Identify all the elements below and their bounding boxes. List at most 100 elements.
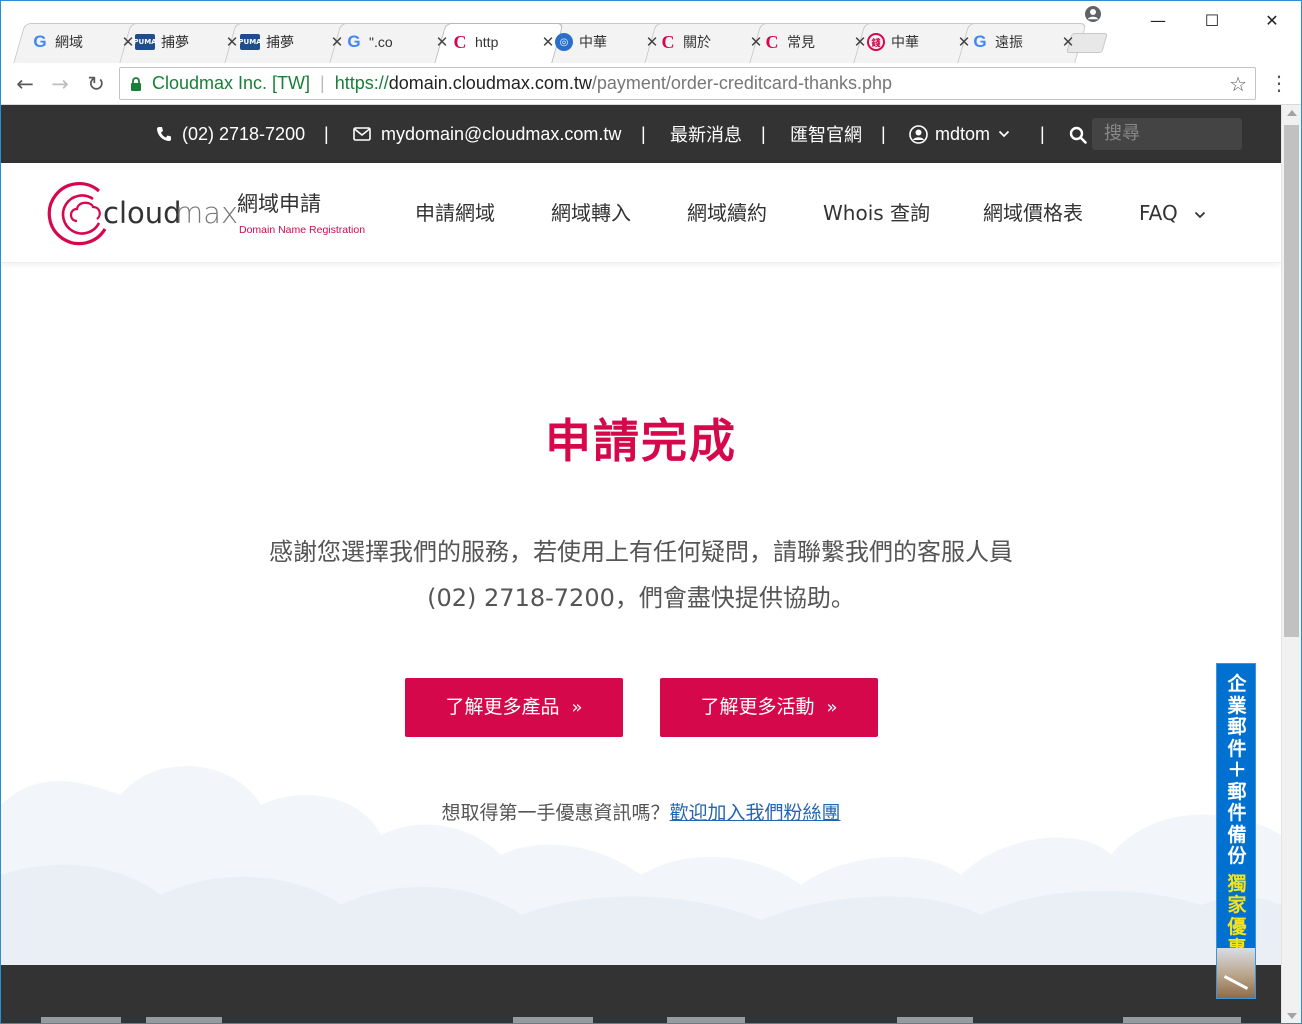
url-scheme: https:// bbox=[334, 73, 389, 93]
cloud-background-illustration bbox=[1, 766, 1281, 965]
bookmark-star-icon[interactable]: ☆ bbox=[1229, 72, 1247, 97]
page-viewport: (02) 2718-7200 | mydomain@cloudmax.com.t… bbox=[1, 105, 1281, 1023]
back-arrow-icon[interactable]: ← bbox=[12, 71, 38, 97]
logo-text-cloud: cloud bbox=[103, 196, 182, 230]
nav-faq[interactable]: FAQ bbox=[1139, 163, 1206, 263]
user-circle-icon bbox=[909, 124, 928, 144]
footer-heading bbox=[146, 1017, 222, 1023]
tab-title: 遠振 bbox=[995, 34, 1023, 50]
tab-title: http bbox=[475, 34, 499, 50]
nav-whois[interactable]: Whois 查詢 bbox=[823, 163, 930, 263]
top-contact-bar: (02) 2718-7200 | mydomain@cloudmax.com.t… bbox=[1, 105, 1281, 163]
email-contact[interactable]: mydomain@cloudmax.com.tw bbox=[353, 105, 621, 163]
tab-close-icon[interactable]: ✕ bbox=[749, 33, 763, 51]
cloudmax-c-icon: C bbox=[765, 31, 779, 52]
more-events-label: 了解更多活動 bbox=[700, 696, 815, 718]
phone-number: (02) 2718-7200 bbox=[182, 123, 306, 144]
tab-close-icon[interactable]: ✕ bbox=[435, 33, 449, 51]
topbar-separator: | bbox=[324, 124, 329, 144]
email-address: mydomain@cloudmax.com.tw bbox=[381, 123, 622, 144]
double-chevron-right-icon: » bbox=[826, 697, 838, 718]
lock-icon bbox=[131, 76, 141, 91]
seal-icon: 錢 bbox=[867, 33, 885, 51]
official-site-link[interactable]: 匯智官網 bbox=[790, 105, 862, 163]
minimize-icon[interactable]: — bbox=[1135, 7, 1181, 35]
page-title: 申請完成 bbox=[545, 414, 737, 468]
puma-icon: PUMA bbox=[133, 34, 157, 50]
message-line-2: (02) 2718-7200，們會盡快提供協助。 bbox=[427, 584, 855, 612]
footer-heading bbox=[667, 1017, 745, 1023]
tab-title: 中華 bbox=[891, 34, 919, 50]
more-events-button[interactable]: 了解更多活動 » bbox=[660, 678, 878, 737]
google-g-icon: G bbox=[347, 32, 361, 51]
tab-close-icon[interactable]: ✕ bbox=[225, 33, 239, 51]
promo-text-white: 企業郵件＋郵件備份 bbox=[1227, 673, 1247, 867]
promo-text-gold: 獨家優惠 bbox=[1227, 872, 1247, 959]
scroll-down-arrow-icon[interactable] bbox=[1287, 1013, 1297, 1019]
nav-price-list[interactable]: 網域價格表 bbox=[983, 163, 1083, 263]
close-window-icon[interactable]: ✕ bbox=[1249, 7, 1295, 35]
footer-heading bbox=[513, 1017, 593, 1023]
site-footer bbox=[1, 965, 1281, 1023]
fanpage-question: 想取得第一手優惠資訊嗎？ bbox=[441, 802, 670, 824]
user-menu[interactable]: mdtom bbox=[909, 105, 1010, 163]
topbar-separator: | bbox=[1040, 124, 1045, 144]
google-g-icon: G bbox=[973, 32, 987, 51]
news-link[interactable]: 最新消息 bbox=[670, 105, 742, 163]
topbar-separator: | bbox=[761, 124, 766, 144]
topbar-separator: | bbox=[641, 124, 646, 144]
phone-icon bbox=[157, 127, 171, 141]
cloudmax-c-icon: C bbox=[453, 31, 467, 52]
tab-close-icon[interactable]: ✕ bbox=[541, 33, 555, 51]
envelope-icon bbox=[353, 127, 371, 141]
secure-site-label: Cloudmax Inc. [TW] bbox=[152, 73, 311, 93]
thank-you-message: 感謝您選擇我們的服務，若使用上有任何疑問，請聯繫我們的客服人員 (02) 271… bbox=[1, 529, 1281, 621]
url-host: domain.cloudmax.com.tw bbox=[388, 73, 592, 93]
forward-arrow-icon[interactable]: → bbox=[47, 71, 73, 97]
tab-close-icon[interactable]: ✕ bbox=[330, 33, 344, 51]
promo-banner-text: 企業郵件＋郵件備份 獨家優惠 bbox=[1217, 673, 1255, 960]
browser-menu-icon[interactable]: ⋮ bbox=[1269, 71, 1289, 95]
fanpage-prompt: 想取得第一手優惠資訊嗎？歡迎加入我們粉絲團 bbox=[1, 798, 1281, 825]
tab-title: 中華 bbox=[579, 34, 607, 50]
topbar-separator: | bbox=[881, 124, 886, 144]
reload-icon[interactable]: ↻ bbox=[83, 71, 109, 97]
message-line-1: 感謝您選擇我們的服務，若使用上有任何疑問，請聯繫我們的客服人員 bbox=[269, 538, 1013, 566]
cloudmax-logo[interactable]: cloud max 網域申請 Domain Name Registration bbox=[47, 177, 367, 249]
profile-icon[interactable] bbox=[1084, 5, 1102, 23]
phone-contact[interactable]: (02) 2718-7200 bbox=[156, 105, 305, 163]
logo-text-max: max bbox=[175, 196, 238, 230]
browser-window: G 網域 ✕ PUMA 捕夢 ✕ PUMA 捕夢 ✕ G ".co ✕ C ht… bbox=[0, 0, 1302, 1024]
username: mdtom bbox=[935, 123, 991, 144]
scrollbar-thumb[interactable] bbox=[1284, 125, 1299, 637]
chevron-down-icon bbox=[998, 130, 1010, 138]
address-bar[interactable]: Cloudmax Inc. [TW] | https://domain.clou… bbox=[119, 67, 1256, 100]
tab-title: 網域 bbox=[55, 34, 83, 50]
maximize-icon[interactable]: ☐ bbox=[1189, 7, 1235, 35]
promo-banner-image bbox=[1217, 948, 1255, 998]
tab-title: ".co bbox=[369, 34, 393, 50]
search-input[interactable]: 搜尋 bbox=[1092, 118, 1242, 150]
promo-side-banner[interactable]: 企業郵件＋郵件備份 獨家優惠 bbox=[1216, 663, 1256, 999]
tab-close-icon[interactable]: ✕ bbox=[1061, 33, 1075, 51]
nav-renew-domain[interactable]: 網域續約 bbox=[687, 163, 767, 263]
fanpage-link[interactable]: 歡迎加入我們粉絲團 bbox=[670, 802, 841, 824]
scroll-up-arrow-icon[interactable] bbox=[1287, 110, 1297, 116]
more-products-label: 了解更多產品 bbox=[445, 696, 560, 718]
page-scrollbar[interactable] bbox=[1281, 105, 1301, 1023]
footer-heading bbox=[41, 1017, 121, 1023]
globe-icon: ◎ bbox=[555, 33, 573, 51]
tab-title: 常見 bbox=[787, 34, 815, 50]
footer-heading bbox=[1123, 1017, 1241, 1023]
search-icon[interactable] bbox=[1069, 126, 1087, 144]
tab-close-icon[interactable]: ✕ bbox=[645, 33, 659, 51]
tab-title: 捕夢 bbox=[161, 34, 189, 50]
tab-close-icon[interactable]: ✕ bbox=[957, 33, 971, 51]
logo-service: 網域申請 bbox=[237, 192, 321, 216]
tab-close-icon[interactable]: ✕ bbox=[853, 33, 867, 51]
nav-apply-domain[interactable]: 申請網域 bbox=[415, 163, 495, 263]
tab-strip: G 網域 ✕ PUMA 捕夢 ✕ PUMA 捕夢 ✕ G ".co ✕ C ht… bbox=[1, 1, 1301, 63]
browser-toolbar: ← → ↻ Cloudmax Inc. [TW] | https://domai… bbox=[1, 63, 1301, 105]
more-products-button[interactable]: 了解更多產品 » bbox=[405, 678, 623, 737]
nav-transfer-domain[interactable]: 網域轉入 bbox=[551, 163, 631, 263]
